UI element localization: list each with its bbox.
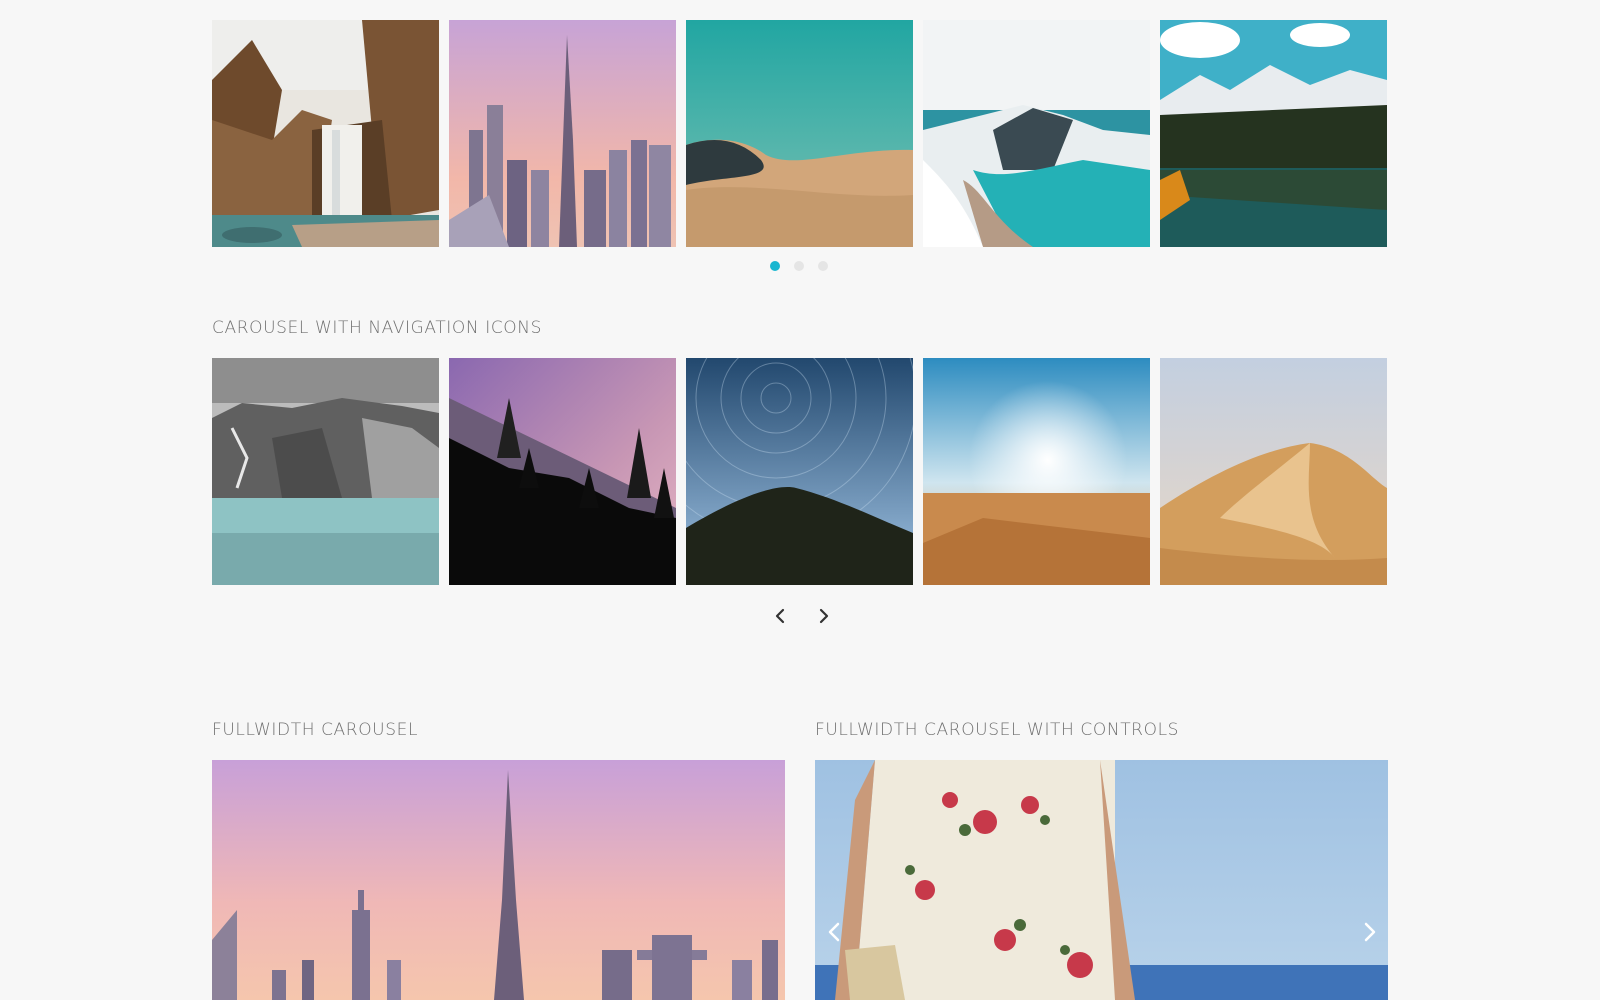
chevron-left-icon (775, 608, 785, 624)
forest-silhouette-image (449, 358, 676, 585)
fullwidth-prev-button[interactable] (822, 920, 846, 944)
carousel-slide-star-trails[interactable] (686, 358, 913, 585)
carousel-pagination (770, 261, 828, 271)
fullwidth-carousel-slide[interactable] (212, 760, 785, 1000)
carousel-prev-button[interactable] (770, 606, 790, 626)
mountain-lake-image (1160, 20, 1387, 247)
city-skyline-fullwidth-image (212, 760, 785, 1000)
carousel-slide-forest[interactable] (449, 358, 676, 585)
coast-arch-image (923, 20, 1150, 247)
carousel-slide-waterfall[interactable] (212, 20, 439, 247)
pagination-dot-1[interactable] (770, 261, 780, 271)
rocky-cliffs-sea-image (212, 358, 439, 585)
carousel-nav-track (212, 358, 1387, 585)
carousel-next-button[interactable] (814, 606, 834, 626)
carousel-dots-track (212, 20, 1387, 247)
chevron-right-icon (1364, 922, 1376, 942)
chevron-left-icon (828, 922, 840, 942)
carousel-slide-mountain-lake[interactable] (1160, 20, 1387, 247)
section-title-fullwidth-controls: FULLWIDTH CAROUSEL WITH CONTROLS (815, 720, 1180, 740)
carousel-slide-desert-teal[interactable] (686, 20, 913, 247)
fullwidth-controls-carousel-slide[interactable] (815, 760, 1388, 1000)
section-title-fullwidth: FULLWIDTH CAROUSEL (212, 720, 419, 740)
carousel-slide-sand-dune[interactable] (1160, 358, 1387, 585)
desert-dune-teal-image (686, 20, 913, 247)
star-trails-image (686, 358, 913, 585)
floral-dress-beach-image (815, 760, 1388, 1000)
carousel-slide-desert-sunrise[interactable] (923, 358, 1150, 585)
carousel-slide-cliffs[interactable] (212, 358, 439, 585)
chevron-right-icon (819, 608, 829, 624)
waterfall-image (212, 20, 439, 247)
carousel-slide-city[interactable] (449, 20, 676, 247)
desert-sunrise-image (923, 358, 1150, 585)
carousel-nav-controls (770, 606, 834, 626)
pagination-dot-2[interactable] (794, 261, 804, 271)
pagination-dot-3[interactable] (818, 261, 828, 271)
section-title-nav-carousel: CAROUSEL WITH NAVIGATION ICONS (212, 318, 542, 338)
carousel-slide-coast[interactable] (923, 20, 1150, 247)
city-skyline-image (449, 20, 676, 247)
fullwidth-next-button[interactable] (1358, 920, 1382, 944)
sand-dune-image (1160, 358, 1387, 585)
